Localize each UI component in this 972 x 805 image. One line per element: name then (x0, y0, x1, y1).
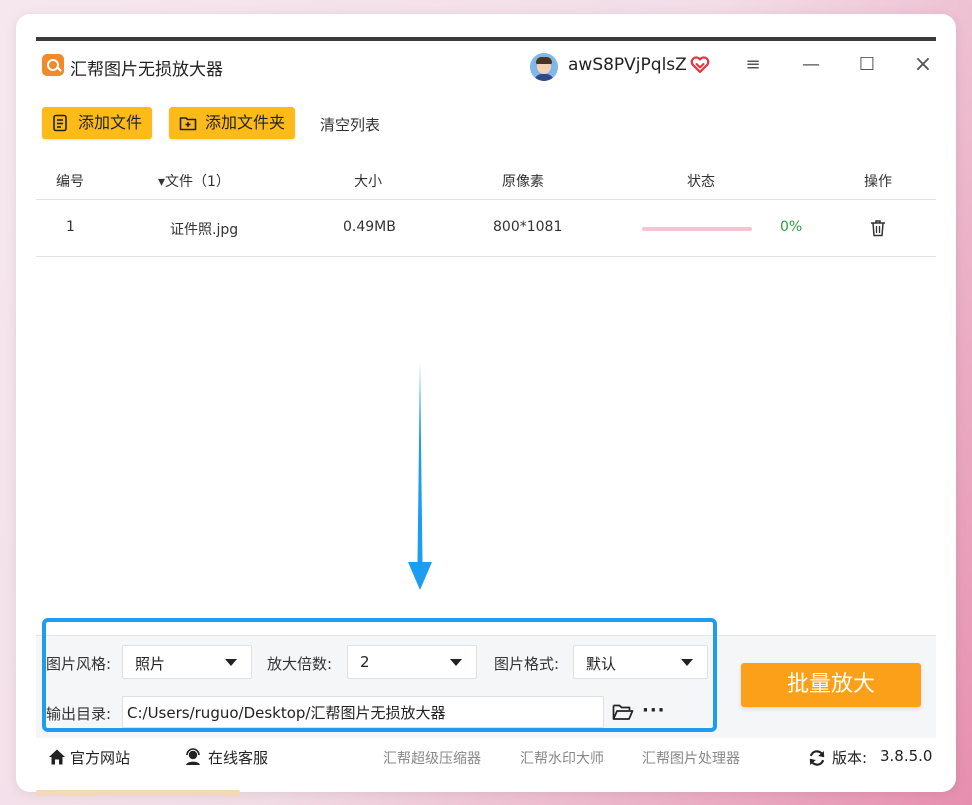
header-pixels[interactable]: 原像素 (502, 171, 544, 191)
watermark-link[interactable]: 汇帮水印大师 (520, 748, 604, 768)
row-file-name: 证件照.jpg (170, 222, 239, 238)
table-row[interactable]: 1 证件照.jpg 0.49MB 800*1081 0% (36, 200, 936, 257)
add-folder-button[interactable]: 添加文件夹 (169, 107, 295, 139)
file-add-icon (53, 114, 67, 132)
clear-list-button[interactable]: 清空列表 (320, 114, 380, 135)
toolbar: 添加文件 添加文件夹 清空列表 (36, 103, 936, 143)
version-number: 3.8.5.0 (880, 747, 933, 765)
version-label: 版本: (832, 749, 868, 767)
header-file[interactable]: ▾文件（1） (158, 171, 230, 191)
official-website-link[interactable]: 官方网站 (70, 747, 130, 768)
header-index[interactable]: 编号 (56, 171, 84, 191)
footer-bar: 官方网站 在线客服 汇帮超级压缩器 汇帮水印大师 汇帮图片处理器 版本: 3.8… (36, 739, 936, 775)
folder-add-icon (179, 117, 197, 131)
menu-button[interactable]: ≡ (738, 51, 768, 79)
add-file-button[interactable]: 添加文件 (42, 107, 152, 139)
online-service-link[interactable]: 在线客服 (208, 747, 268, 768)
username[interactable]: awS8PVjPqlsZ (568, 55, 687, 75)
table-header: 编号 ▾文件（1） 大小 原像素 状态 操作 (36, 163, 936, 200)
close-button[interactable]: × (908, 51, 938, 79)
avatar-icon[interactable] (530, 53, 558, 81)
refresh-icon[interactable] (808, 749, 826, 767)
home-icon (49, 749, 65, 765)
background-strip (36, 790, 240, 796)
maximize-button[interactable]: ☐ (852, 51, 882, 79)
add-file-label: 添加文件 (78, 113, 143, 132)
row-index: 1 (66, 219, 75, 235)
minimize-button[interactable]: — (796, 51, 826, 79)
add-folder-label: 添加文件夹 (205, 113, 286, 132)
compressor-link[interactable]: 汇帮超级压缩器 (383, 748, 481, 768)
row-file-size: 0.49MB (343, 219, 396, 235)
header-status: 状态 (687, 174, 715, 190)
app-logo-icon (42, 54, 64, 76)
header-action: 操作 (864, 174, 892, 190)
title-bar: 汇帮图片无损放大器 awS8PVjPqlsZ ≡ — ☐ × (36, 41, 936, 91)
settings-highlight-box (42, 618, 717, 732)
app-window: 汇帮图片无损放大器 awS8PVjPqlsZ ≡ — ☐ × 添加文件 添加文件… (36, 37, 936, 775)
image-processor-link[interactable]: 汇帮图片处理器 (642, 748, 740, 768)
header-size[interactable]: 大小 (354, 171, 382, 191)
headset-icon (186, 748, 200, 765)
app-title: 汇帮图片无损放大器 (70, 60, 223, 80)
row-pixels: 800*1081 (493, 219, 563, 235)
row-progress-text: 0% (780, 219, 803, 235)
row-progress-bar (642, 227, 752, 231)
trash-icon[interactable] (870, 219, 886, 237)
batch-enlarge-button[interactable]: 批量放大 (741, 663, 921, 707)
arrow-down-icon (408, 362, 432, 590)
vip-heart-icon[interactable] (690, 55, 710, 75)
